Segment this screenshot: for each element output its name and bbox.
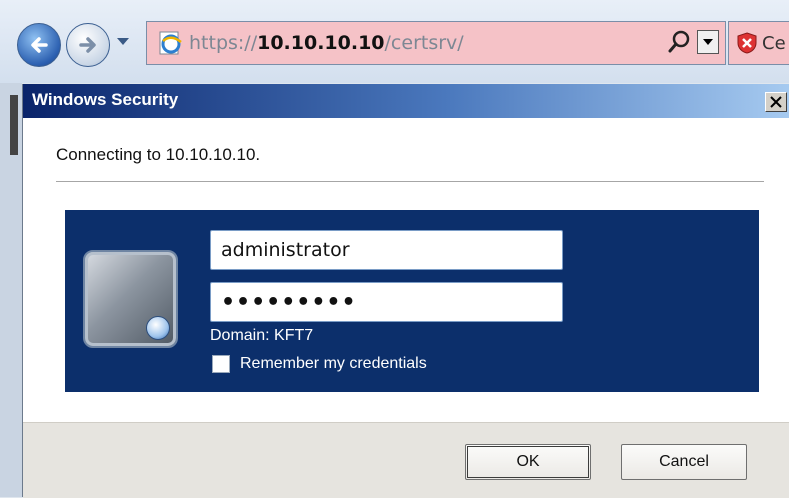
ok-button[interactable]: OK <box>465 444 591 480</box>
browser-toolbar: https://10.10.10.10/certsrv/ Ce <box>0 0 789 83</box>
address-dropdown-button[interactable] <box>697 30 719 54</box>
user-badge-icon <box>146 316 170 340</box>
address-url-host: 10.10.10.10 <box>257 32 385 54</box>
recent-pages-dropdown[interactable] <box>117 38 129 45</box>
address-url-path: /certsrv/ <box>384 32 464 54</box>
domain-label: Domain: KFT7 <box>210 327 314 344</box>
windows-security-dialog: Windows Security Connecting to 10.10.10.… <box>22 84 789 498</box>
address-bar[interactable]: https://10.10.10.10/certsrv/ <box>146 21 726 65</box>
user-avatar-tile <box>83 250 178 348</box>
credential-tile: administrator ••••••••• Domain: KFT7 Rem… <box>65 210 759 392</box>
remember-credentials-checkbox[interactable] <box>212 355 230 373</box>
password-field[interactable]: ••••••••• <box>210 282 563 322</box>
remember-credentials-row[interactable]: Remember my credentials <box>212 355 427 373</box>
close-icon <box>770 96 782 108</box>
page-scrollbar-thumb[interactable] <box>10 95 18 155</box>
cert-tab-label: Ce <box>762 32 786 54</box>
search-icon[interactable] <box>667 29 693 55</box>
divider <box>56 181 764 182</box>
dialog-button-bar: OK Cancel <box>23 422 789 498</box>
forward-arrow-icon <box>79 37 96 53</box>
dialog-title-bar[interactable]: Windows Security <box>23 84 789 118</box>
back-arrow-icon <box>31 37 48 53</box>
remember-credentials-label[interactable]: Remember my credentials <box>240 355 427 373</box>
address-url-prefix: https:// <box>189 32 258 54</box>
certificate-error-tab[interactable]: Ce <box>728 21 789 65</box>
back-button[interactable] <box>17 23 61 67</box>
forward-button[interactable] <box>66 23 110 67</box>
username-field[interactable]: administrator <box>210 230 563 270</box>
cancel-button[interactable]: Cancel <box>621 444 747 480</box>
ie-page-icon <box>159 31 182 55</box>
chevron-down-icon <box>703 39 713 45</box>
close-button[interactable] <box>765 92 787 112</box>
dialog-title: Windows Security <box>32 90 179 109</box>
cert-error-shield-icon <box>737 32 757 54</box>
address-url[interactable]: https://10.10.10.10/certsrv/ <box>189 32 464 54</box>
connecting-message: Connecting to 10.10.10.10. <box>56 145 261 164</box>
